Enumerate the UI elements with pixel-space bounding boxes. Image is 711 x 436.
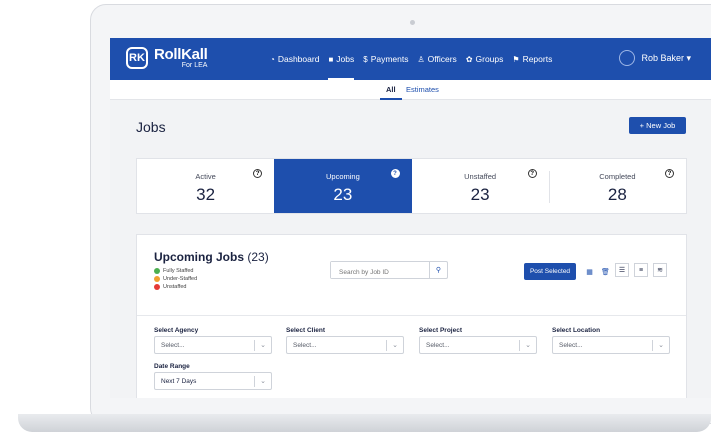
select-value: Select... <box>559 342 583 349</box>
date-range-select[interactable]: Next 7 Days ⌄ <box>154 372 272 390</box>
green-dot-icon <box>154 268 160 274</box>
nav-officers[interactable]: ♙ Officers <box>418 38 457 80</box>
legend-label: Unstaffed <box>163 284 187 290</box>
divider <box>519 340 520 351</box>
select-value: Next 7 Days <box>161 378 197 385</box>
divider <box>137 315 686 316</box>
help-icon[interactable]: ? <box>665 169 674 178</box>
groups-icon: ✿ <box>465 54 473 64</box>
new-job-button[interactable]: + New Job <box>629 117 686 134</box>
location-label: Select Location <box>552 327 601 334</box>
logo-icon: RK <box>126 47 148 69</box>
compact-view-icon[interactable]: ≡ <box>634 263 648 277</box>
project-select[interactable]: Select... ⌄ <box>419 336 537 354</box>
officers-tool-icon[interactable]: ▦ <box>584 266 595 277</box>
client-select[interactable]: Select... ⌄ <box>286 336 404 354</box>
panel-title-count: (23) <box>247 250 269 264</box>
user-name: Rob Baker ▾ <box>641 52 691 63</box>
select-value: Select... <box>426 342 450 349</box>
nav-groups[interactable]: ✿ Groups <box>466 38 504 80</box>
dashboard-icon: ◔ <box>270 54 275 64</box>
upcoming-jobs-panel: Upcoming Jobs (23) Fully Staffed Under-S… <box>136 234 687 398</box>
client-label: Select Client <box>286 327 326 334</box>
top-navbar: RK RollKall For LEA ◔ Dashboard ■ Jobs $ Pa… <box>110 38 711 80</box>
red-dot-icon <box>154 284 160 290</box>
tab-estimates[interactable]: Estimates <box>406 85 439 94</box>
nav-dashboard[interactable]: ◔ Dashboard <box>270 38 319 80</box>
nav-label: Reports <box>522 54 553 64</box>
select-value: Select... <box>293 342 317 349</box>
project-label: Select Project <box>419 327 462 334</box>
search-input[interactable] <box>331 262 429 278</box>
nav-label: Groups <box>475 54 504 64</box>
nav-jobs[interactable]: ■ Jobs <box>328 38 354 80</box>
job-search: ⚲ <box>330 261 448 279</box>
nav-reports[interactable]: ⚑ Reports <box>512 38 552 80</box>
legend-label: Fully Staffed <box>163 268 194 274</box>
brand-logo[interactable]: RK RollKall For LEA <box>126 46 208 69</box>
chevron-down-icon: ⌄ <box>658 342 664 349</box>
chevron-down-icon: ⌄ <box>260 378 266 385</box>
stat-active[interactable]: Active ? 32 <box>137 159 274 213</box>
main-nav: ◔ Dashboard ■ Jobs $ Payments ♙ Officers ✿ Gr… <box>270 38 561 80</box>
tab-all[interactable]: All <box>380 85 401 100</box>
list-view-icon[interactable]: ☰ <box>615 263 629 277</box>
page-title: Jobs <box>136 119 166 135</box>
legend-label: Under-Staffed <box>163 276 198 282</box>
staffing-legend: Fully Staffed Under-Staffed Unstaffed <box>154 267 197 291</box>
camera-icon <box>410 20 415 25</box>
divider <box>254 340 255 351</box>
orange-dot-icon <box>154 276 160 282</box>
grid-view-icon[interactable]: ≋ <box>653 263 667 277</box>
chevron-down-icon: ⌄ <box>260 342 266 349</box>
stat-value: 32 <box>196 185 216 204</box>
agency-label: Select Agency <box>154 327 199 334</box>
divider <box>254 376 255 387</box>
brand-subtitle: For LEA <box>181 62 208 69</box>
avatar-icon <box>619 50 636 66</box>
briefcase-icon: ■ <box>328 54 334 64</box>
stat-value: 23 <box>470 185 490 204</box>
location-select[interactable]: Select... ⌄ <box>552 336 670 354</box>
stat-value: 28 <box>607 185 627 204</box>
chevron-down-icon: ⌄ <box>392 342 398 349</box>
flag-icon: ⚑ <box>512 54 520 64</box>
dollar-icon: $ <box>363 54 368 64</box>
search-icon[interactable]: ⚲ <box>429 262 447 278</box>
nav-label: Officers <box>427 54 457 64</box>
stat-unstaffed[interactable]: Unstaffed ? 23 <box>412 159 549 213</box>
legend-item: Fully Staffed <box>154 267 197 275</box>
nav-label: Jobs <box>336 54 355 64</box>
job-stats: Active ? 32 Upcoming ? 23 Unstaffed ? 23… <box>136 158 687 214</box>
agency-select[interactable]: Select... ⌄ <box>154 336 272 354</box>
brand-name: RollKall <box>154 46 208 63</box>
laptop-base <box>18 414 711 432</box>
chevron-down-icon: ⌄ <box>525 342 531 349</box>
select-value: Select... <box>161 342 185 349</box>
nav-payments[interactable]: $ Payments <box>363 38 408 80</box>
legend-item: Under-Staffed <box>154 275 197 283</box>
post-selected-button[interactable]: Post Selected <box>524 263 576 280</box>
app-screen: RK RollKall For LEA ◔ Dashboard ■ Jobs $ Pa… <box>110 38 711 398</box>
divider <box>386 340 387 351</box>
user-menu[interactable]: Rob Baker ▾ <box>619 50 691 66</box>
nav-label: Payments <box>370 54 409 64</box>
date-range-label: Date Range <box>154 363 190 370</box>
help-icon[interactable]: ? <box>527 169 537 178</box>
legend-item: Unstaffed <box>154 283 197 291</box>
stat-value: 23 <box>333 185 353 204</box>
help-icon[interactable]: ? <box>390 169 400 178</box>
officer-icon: ♙ <box>417 54 425 64</box>
divider <box>652 340 653 351</box>
panel-title: Upcoming Jobs (23) <box>154 250 269 264</box>
sub-tabs: All Estimates <box>110 80 711 100</box>
stat-upcoming[interactable]: Upcoming ? 23 <box>274 159 412 213</box>
stat-completed[interactable]: Completed ? 28 <box>548 159 686 213</box>
nav-label: Dashboard <box>277 54 320 64</box>
trash-icon[interactable]: 🗑 <box>600 266 611 277</box>
panel-title-text: Upcoming Jobs <box>154 250 245 264</box>
